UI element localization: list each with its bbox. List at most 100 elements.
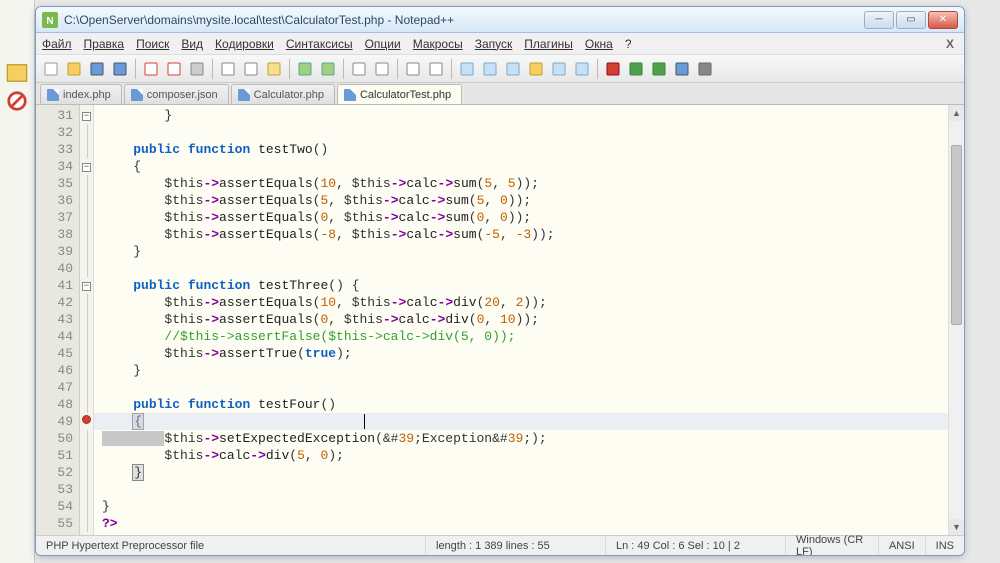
toolbar-replace-button[interactable] (371, 58, 393, 80)
menu-plugins[interactable]: Плагины (524, 37, 573, 51)
toolbar-cut-button[interactable] (217, 58, 239, 80)
code-line[interactable]: $this->assertEquals(10, $this->calc->div… (102, 294, 948, 311)
fold-toggle[interactable]: − (82, 112, 91, 121)
fold-toggle[interactable]: − (82, 282, 91, 291)
menu-edit[interactable]: Правка (84, 37, 125, 51)
code-area[interactable]: } public function testTwo() { $this->ass… (94, 105, 948, 535)
line-number: 42 (38, 294, 73, 311)
code-line[interactable]: $this->assertEquals(10, $this->calc->sum… (102, 175, 948, 192)
menu-help[interactable]: ? (625, 37, 632, 51)
close-button[interactable]: ✕ (928, 11, 958, 29)
code-line[interactable]: ?> (102, 515, 948, 532)
code-line[interactable]: { (102, 413, 948, 430)
status-length: length : 1 389 lines : 55 (426, 536, 606, 555)
fold-column[interactable]: − − − (80, 105, 94, 535)
line-number: 31 (38, 107, 73, 124)
maximize-button[interactable]: ▭ (896, 11, 926, 29)
menu-macro[interactable]: Макросы (413, 37, 463, 51)
toolbar-copy-button[interactable] (240, 58, 262, 80)
code-line[interactable]: } (102, 362, 948, 379)
close-doc-button[interactable]: X (942, 37, 958, 51)
toolbar-undo-button[interactable] (294, 58, 316, 80)
app-icon: N (42, 12, 58, 28)
code-line[interactable] (102, 379, 948, 396)
toolbar-close-button[interactable] (140, 58, 162, 80)
saveall-icon (112, 61, 128, 77)
code-line[interactable]: } (102, 464, 948, 481)
code-line[interactable]: } (102, 243, 948, 260)
replace-icon (374, 61, 390, 77)
code-line[interactable]: $this->assertEquals(0, $this->calc->sum(… (102, 209, 948, 226)
menu-encoding[interactable]: Кодировки (215, 37, 274, 51)
code-line[interactable] (102, 260, 948, 277)
code-line[interactable]: $this->assertTrue(true); (102, 345, 948, 362)
tab-Calculator-php[interactable]: Calculator.php (231, 84, 335, 104)
toolbar-zoomin-button[interactable] (402, 58, 424, 80)
titlebar[interactable]: N C:\OpenServer\domains\mysite.local\tes… (36, 7, 964, 33)
scroll-down-button[interactable]: ▼ (949, 519, 964, 535)
toolbar-stop-button[interactable] (694, 58, 716, 80)
code-line[interactable]: $this->assertEquals(5, $this->calc->sum(… (102, 192, 948, 209)
code-line[interactable] (102, 124, 948, 141)
toolbar-zoomout-button[interactable] (425, 58, 447, 80)
menu-run[interactable]: Запуск (475, 37, 513, 51)
code-line[interactable]: public function testTwo() (102, 141, 948, 158)
toolbar-func-button[interactable] (548, 58, 570, 80)
menu-file[interactable]: Файл (42, 37, 72, 51)
toolbar-find-button[interactable] (348, 58, 370, 80)
menu-syntax[interactable]: Синтаксисы (286, 37, 353, 51)
code-line[interactable]: } (102, 107, 948, 124)
toolbar-saverec-button[interactable] (671, 58, 693, 80)
toolbar-save-button[interactable] (86, 58, 108, 80)
toolbar-indent-button[interactable] (502, 58, 524, 80)
tab-index-php[interactable]: index.php (40, 84, 122, 104)
code-line[interactable] (102, 481, 948, 498)
line-number: 34 (38, 158, 73, 175)
toolbar-closeall-button[interactable] (163, 58, 185, 80)
tab-composer-json[interactable]: composer.json (124, 84, 229, 104)
scroll-up-button[interactable]: ▲ (949, 105, 964, 121)
tab-CalculatorTest-php[interactable]: CalculatorTest.php (337, 84, 462, 104)
toolbar-rec-button[interactable] (602, 58, 624, 80)
line-number: 53 (38, 481, 73, 498)
toolbar-print-button[interactable] (186, 58, 208, 80)
fold-marker-icon[interactable] (82, 415, 91, 424)
toolbar-open-button[interactable] (63, 58, 85, 80)
play-icon (628, 61, 644, 77)
line-number: 33 (38, 141, 73, 158)
fold-toggle[interactable]: − (82, 163, 91, 172)
code-line[interactable]: public function testThree() { (102, 277, 948, 294)
code-line[interactable]: //$this->assertFalse($this->calc->div(5,… (102, 328, 948, 345)
code-line[interactable]: $this->assertEquals(-8, $this->calc->sum… (102, 226, 948, 243)
toolbar-playm-button[interactable] (648, 58, 670, 80)
tab-bar: index.php composer.jsonCalculator.phpCalc… (36, 83, 964, 105)
toolbar-map-button[interactable] (571, 58, 593, 80)
toolbar-redo-button[interactable] (317, 58, 339, 80)
scroll-thumb[interactable] (951, 145, 962, 325)
code-line[interactable]: $this->calc->div(5, 0); (102, 447, 948, 464)
toolbar-folder-button[interactable] (525, 58, 547, 80)
vertical-scrollbar[interactable]: ▲ ▼ (948, 105, 964, 535)
code-line[interactable]: public function testFour() (102, 396, 948, 413)
cut-icon (220, 61, 236, 77)
toolbar-play-button[interactable] (625, 58, 647, 80)
toolbar-paste-button[interactable] (263, 58, 285, 80)
toolbar-wrap-button[interactable] (456, 58, 478, 80)
tab-label: index.php (63, 89, 111, 101)
code-line[interactable]: $this->assertEquals(0, $this->calc->div(… (102, 311, 948, 328)
menu-view[interactable]: Вид (181, 37, 203, 51)
statusbar: PHP Hypertext Preprocessor file length :… (36, 535, 964, 555)
toolbar-allchars-button[interactable] (479, 58, 501, 80)
playm-icon (651, 61, 667, 77)
toolbar-new-button[interactable] (40, 58, 62, 80)
toolbar-saveall-button[interactable] (109, 58, 131, 80)
menu-options[interactable]: Опции (365, 37, 401, 51)
minimize-button[interactable]: ─ (864, 11, 894, 29)
find-icon (351, 61, 367, 77)
code-line[interactable]: } (102, 498, 948, 515)
open-icon (66, 61, 82, 77)
code-line[interactable]: { (102, 158, 948, 175)
code-line[interactable]: $this->setExpectedException(&#39;Excepti… (102, 430, 948, 447)
menu-search[interactable]: Поиск (136, 37, 169, 51)
menu-windows[interactable]: Окна (585, 37, 613, 51)
